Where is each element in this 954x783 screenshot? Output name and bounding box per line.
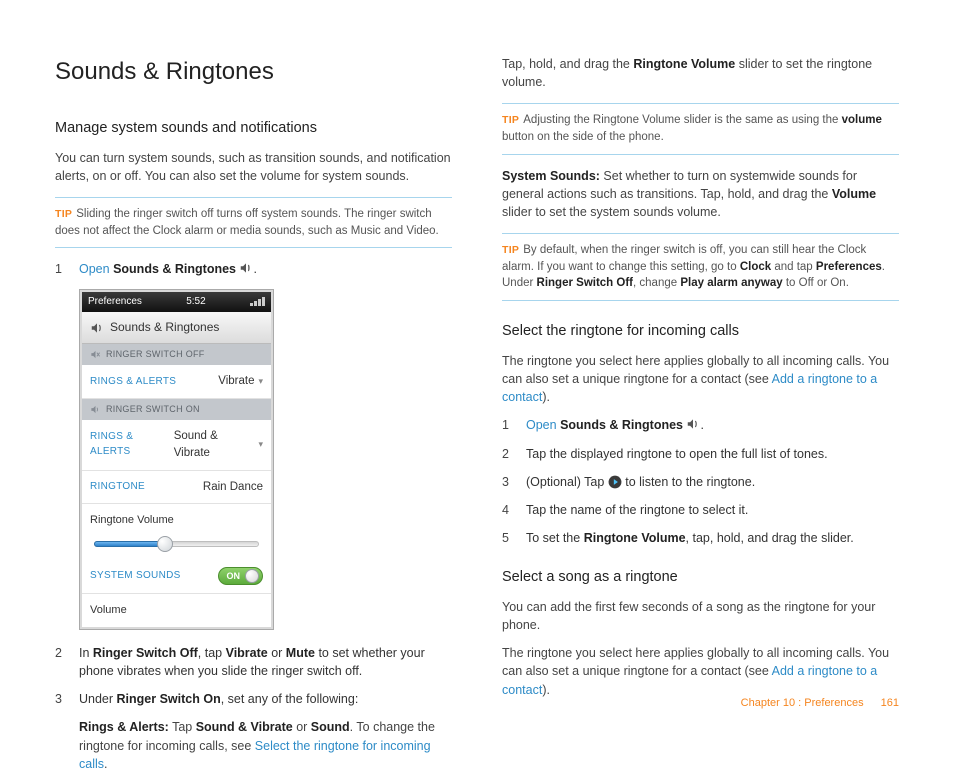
- system-sounds-detail: System Sounds: Set whether to turn on sy…: [502, 167, 899, 221]
- speaker-icon: [686, 417, 700, 431]
- chevron-down-icon: ▾: [258, 375, 263, 388]
- phone-section-off: RINGER SWITCH OFF: [82, 344, 271, 365]
- step-2: 2 In Ringer Switch Off, tap Vibrate or M…: [55, 644, 452, 680]
- step-number: 2: [55, 644, 65, 680]
- step-number: 3: [55, 690, 65, 708]
- page-footer: Chapter 10 : Preferences 161: [741, 696, 899, 712]
- section-heading-manage: Manage system sounds and notifications: [55, 118, 452, 139]
- speaker-icon: [90, 321, 104, 335]
- signal-icon: [250, 297, 265, 306]
- tip-box: TIPBy default, when the ringer switch is…: [502, 233, 899, 301]
- phone-row-ringtone[interactable]: RINGTONE Rain Dance: [82, 471, 271, 505]
- step-4: 4 Tap the name of the ringtone to select…: [502, 501, 899, 519]
- phone-row-rings-off[interactable]: RINGS & ALERTS Vibrate▾: [82, 365, 271, 399]
- phone-prefs-label: Preferences: [88, 295, 142, 310]
- phone-screenshot: Preferences 5:52 Sounds & Ringtones RING…: [79, 289, 274, 631]
- step-1: 1 Open Sounds & Ringtones .: [502, 416, 899, 434]
- play-icon[interactable]: [608, 475, 622, 489]
- step-1: 1 Open Sounds & Ringtones .: [55, 260, 452, 278]
- phone-title: Sounds & Ringtones: [110, 319, 219, 336]
- volume-slider[interactable]: [94, 535, 259, 553]
- step-3: 3 Under Ringer Switch On, set any of the…: [55, 690, 452, 708]
- step-number: 5: [502, 529, 512, 547]
- ringtone-volume-detail: Tap, hold, and drag the Ringtone Volume …: [502, 55, 899, 91]
- open-link[interactable]: Open: [526, 418, 557, 432]
- tip-label: TIP: [502, 114, 519, 126]
- phone-volume-label: Volume: [82, 594, 271, 627]
- step-3: 3 (Optional) Tap to listen to the ringto…: [502, 473, 899, 491]
- tip-label: TIP: [502, 244, 519, 256]
- rings-alerts-detail: Rings & Alerts: Tap Sound & Vibrate or S…: [79, 718, 452, 772]
- phone-statusbar: Preferences 5:52: [82, 292, 271, 313]
- page-title: Sounds & Ringtones: [55, 55, 452, 90]
- speaker-icon: [239, 261, 253, 275]
- toggle-on[interactable]: ON: [218, 567, 264, 585]
- step-number: 1: [55, 260, 65, 278]
- app-name: Sounds & Ringtones: [113, 262, 236, 276]
- step-number: 2: [502, 445, 512, 463]
- open-link[interactable]: Open: [79, 262, 110, 276]
- phone-section-on: RINGER SWITCH ON: [82, 399, 271, 420]
- phone-titlebar: Sounds & Ringtones: [82, 312, 271, 344]
- chapter-label: Chapter 10 : Preferences: [741, 697, 864, 709]
- phone-ringtone-volume: Ringtone Volume: [82, 504, 271, 559]
- select-ringtone-intro: The ringtone you select here applies glo…: [502, 352, 899, 406]
- tip-box: TIPSliding the ringer switch off turns o…: [55, 197, 452, 248]
- step-5: 5 To set the Ringtone Volume, tap, hold,…: [502, 529, 899, 547]
- left-column: Sounds & Ringtones Manage system sounds …: [55, 55, 452, 783]
- intro-paragraph: You can turn system sounds, such as tran…: [55, 149, 452, 185]
- right-column: Tap, hold, and drag the Ringtone Volume …: [502, 55, 899, 783]
- tip-text: Sliding the ringer switch off turns off …: [55, 208, 439, 237]
- tip-label: TIP: [55, 208, 72, 220]
- step-number: 1: [502, 416, 512, 434]
- section-heading-song-ringtone: Select a song as a ringtone: [502, 567, 899, 588]
- phone-time: 5:52: [186, 295, 205, 310]
- section-heading-select-ringtone: Select the ringtone for incoming calls: [502, 321, 899, 342]
- song-ringtone-global: The ringtone you select here applies glo…: [502, 644, 899, 698]
- step-number: 3: [502, 473, 512, 491]
- mute-icon: [90, 349, 101, 360]
- page-number: 161: [881, 697, 899, 709]
- tip-box: TIPAdjusting the Ringtone Volume slider …: [502, 103, 899, 154]
- step-2: 2 Tap the displayed ringtone to open the…: [502, 445, 899, 463]
- step-number: 4: [502, 501, 512, 519]
- chevron-down-icon: ▾: [258, 438, 263, 451]
- phone-row-rings-on[interactable]: RINGS & ALERTS Sound & Vibrate▾: [82, 420, 271, 470]
- sound-icon: [90, 404, 101, 415]
- song-ringtone-intro: You can add the first few seconds of a s…: [502, 598, 899, 634]
- phone-row-system-sounds[interactable]: SYSTEM SOUNDS ON: [82, 559, 271, 594]
